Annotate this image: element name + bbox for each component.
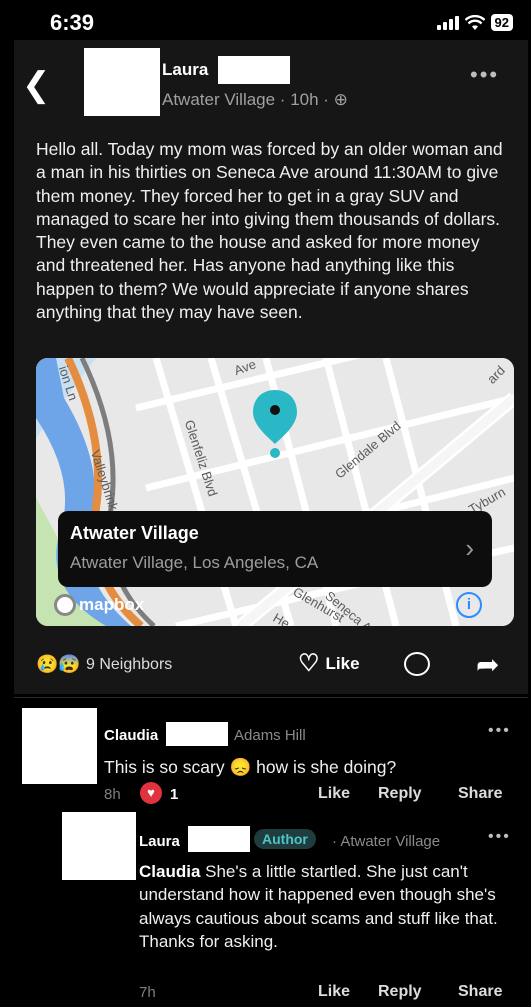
status-icons: 92 (436, 14, 513, 31)
divider (14, 697, 528, 698)
redacted-surname (188, 826, 250, 852)
reply-avatar[interactable] (62, 812, 136, 880)
post-body: Hello all. Today my mom was forced by an… (36, 139, 503, 323)
comment-more-button[interactable]: ••• (488, 722, 511, 740)
comment-like-button[interactable]: Like (318, 785, 350, 803)
more-options-button[interactable]: ••• (470, 62, 499, 88)
location-subtitle: Atwater Village, Los Angeles, CA (70, 553, 319, 572)
location-title: Atwater Village (70, 523, 199, 543)
info-icon[interactable]: i (456, 592, 482, 618)
reply-time: 7h (139, 984, 156, 1001)
author-badge: Author (254, 829, 316, 849)
signal-icon (436, 15, 459, 30)
post-actions: 😢😰 9 Neighbors ♡ Like ➦ (36, 648, 516, 682)
status-time: 6:39 (50, 10, 95, 35)
post-author-name[interactable]: Laura (162, 60, 208, 80)
comment-time: 8h (104, 786, 121, 803)
share-icon[interactable]: ➦ (476, 648, 499, 681)
comment-avatar[interactable] (22, 708, 97, 784)
back-button[interactable]: ❮ (22, 68, 51, 102)
battery-indicator: 92 (490, 14, 513, 31)
chevron-right-icon: › (465, 533, 474, 563)
reply-like-button[interactable]: Like (318, 983, 350, 1001)
reply-author-name[interactable]: Laura (139, 833, 180, 850)
map-card[interactable]: Valleybrink Rd Glenfeliz Blvd Glendale B… (36, 358, 514, 626)
like-button[interactable]: ♡ Like (298, 652, 360, 676)
comment-icon[interactable] (404, 652, 430, 676)
comment-text: This is so scary 😞 how is she doing? (104, 757, 397, 777)
reaction-emojis-icon: 😢😰 (36, 654, 81, 674)
reply-neighborhood: · Atwater Village (332, 833, 441, 850)
wifi-icon (464, 14, 485, 30)
comment-author-name[interactable]: Claudia (104, 727, 158, 744)
mapbox-icon (54, 594, 76, 616)
comment-neighborhood: Adams Hill (234, 727, 306, 744)
redacted-surname (166, 722, 228, 746)
heart-reaction-icon[interactable]: ♥ (140, 782, 162, 804)
comment-share-button[interactable]: Share (458, 785, 502, 803)
mapbox-logo: mapbox (54, 594, 144, 616)
like-label: Like (325, 654, 360, 673)
reaction-count: 1 (170, 786, 179, 803)
post-meta-text: Atwater Village · 10h · (162, 90, 334, 109)
reply-share-button[interactable]: Share (458, 983, 502, 1001)
reply-text: Claudia She's a little startled. She jus… (139, 860, 499, 953)
mention[interactable]: Claudia (139, 862, 200, 881)
redacted-surname (218, 56, 290, 84)
comment-reply-button[interactable]: Reply (378, 785, 422, 803)
post-meta: Atwater Village · 10h · ⊕ (162, 90, 348, 110)
location-overlay[interactable]: Atwater Village Atwater Village, Los Ang… (58, 511, 492, 587)
globe-icon: ⊕ (333, 90, 348, 109)
heart-outline-icon: ♡ (298, 650, 320, 677)
mapbox-text: mapbox (79, 595, 145, 614)
neighbors-count[interactable]: 9 Neighbors (86, 656, 172, 674)
reply-more-button[interactable]: ••• (488, 828, 511, 846)
avatar[interactable] (84, 48, 160, 116)
reply-reply-button[interactable]: Reply (378, 983, 422, 1001)
